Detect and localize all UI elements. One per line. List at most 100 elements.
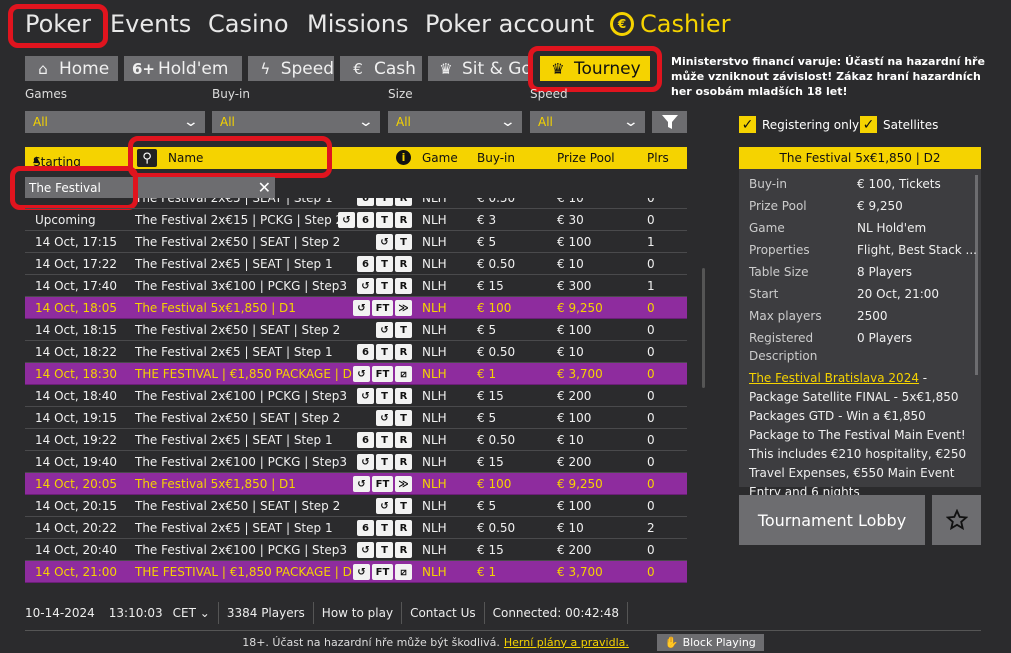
block-playing-button[interactable]: ✋ Block Playing (656, 633, 764, 651)
nav-events[interactable]: Events (110, 10, 191, 38)
row-game: NLH (422, 279, 447, 293)
detail-scrollbar[interactable] (975, 175, 978, 375)
tab-cash[interactable]: € Cash (340, 56, 422, 81)
table-row[interactable]: 14 Oct, 19:40 The Festival 2x€100 | PCKG … (25, 451, 687, 473)
tourney-type-icon: ≫ (395, 476, 412, 492)
table-row[interactable]: 14 Oct, 17:40 The Festival 3x€100 | PCKG … (25, 275, 687, 297)
row-start: 14 Oct, 19:22 (35, 433, 118, 447)
rules-link[interactable]: Herní plány a pravidla. (504, 636, 629, 649)
row-name: The Festival 2x€50 | SEAT | Step 2 (135, 499, 341, 513)
table-row[interactable]: 14 Oct, 18:05 The Festival 5x€1,850 | D1 N… (25, 297, 687, 319)
row-players: 2 (647, 521, 655, 535)
header-players[interactable]: Plrs (647, 151, 669, 165)
tab-holdem[interactable]: 6+ Hold'em (124, 56, 242, 81)
satellites-checkbox[interactable]: ✓ Satellites (860, 116, 938, 133)
tourney-type-icon: FT (372, 564, 393, 580)
tab-speed[interactable]: ϟ Speed (248, 56, 334, 81)
table-row[interactable]: 14 Oct, 17:15 The Festival 2x€50 | SEAT |… (25, 231, 687, 253)
tab-sitgo-label: Sit & Go (462, 58, 532, 79)
timezone-value: CET (172, 606, 196, 620)
row-players: 0 (647, 301, 655, 315)
row-start: 14 Oct, 21:00 (35, 565, 118, 579)
row-prize: € 100 (557, 323, 592, 337)
tab-sitgo[interactable]: ♛ Sit & Go (428, 56, 532, 81)
table-row[interactable]: 14 Oct, 18:30 THE FESTIVAL | €1,850 PACKA… (25, 363, 687, 385)
tournament-list: The Festival 2x€5 | SEAT | Step 1 NLH € 0.… (25, 198, 687, 590)
detail-label: Max players (749, 309, 822, 323)
footer-text: 18+. Účast na hazardní hře může být škod… (242, 635, 500, 649)
tourney-type-icon: T (376, 212, 393, 228)
favorite-button[interactable] (932, 495, 981, 545)
how-to-play-link[interactable]: How to play (322, 606, 393, 620)
table-row[interactable]: Upcoming The Festival 2x€15 | PCKG | Step… (25, 209, 687, 231)
table-row[interactable]: 14 Oct, 19:22 The Festival 2x€5 | SEAT | … (25, 429, 687, 451)
row-name: The Festival 3x€100 | PCKG | Step3 (135, 279, 348, 293)
detail-label: Game (749, 221, 785, 235)
row-prize: € 3,700 (557, 565, 603, 579)
nav-poker-account[interactable]: Poker account (425, 10, 594, 38)
nav-cashier[interactable]: € Cashier (610, 10, 730, 38)
speed-select[interactable]: All ⌄ (530, 111, 645, 133)
row-name: The Festival 5x€1,850 | D1 (135, 301, 296, 315)
row-prize: € 3,700 (557, 367, 603, 381)
table-row[interactable]: 14 Oct, 20:05 The Festival 5x€1,850 | D1 N… (25, 473, 687, 495)
tourney-type-icon: ≫ (395, 300, 412, 316)
row-buyin: € 0.50 (477, 433, 516, 447)
name-search-input[interactable]: The Festival ✕ (25, 177, 275, 198)
row-prize: € 200 (557, 543, 592, 557)
timezone-select[interactable]: CET ⌄ (173, 606, 210, 620)
tourney-type-icon: ↺ (357, 278, 374, 294)
tourney-type-icon: ↺ (338, 212, 355, 228)
nav-poker[interactable]: Poker (25, 10, 91, 38)
chevron-down-icon: ⌄ (499, 114, 517, 130)
header-buyin[interactable]: Buy-in (477, 151, 515, 165)
buyin-select[interactable]: All ⌄ (212, 111, 380, 133)
row-players: 1 (647, 279, 655, 293)
row-prize: € 100 (557, 235, 592, 249)
table-row[interactable]: 14 Oct, 21:00 THE FESTIVAL | €1,850 PACKA… (25, 561, 687, 583)
nav-missions[interactable]: Missions (307, 10, 408, 38)
table-row[interactable]: 14 Oct, 20:40 The Festival 2x€100 | PCKG … (25, 539, 687, 561)
home-icon: ⌂ (38, 59, 48, 78)
info-icon[interactable]: i (396, 150, 411, 165)
row-prize: € 10 (557, 433, 584, 447)
table-row[interactable]: 14 Oct, 19:15 The Festival 2x€50 | SEAT |… (25, 407, 687, 429)
row-badges: ↺ FT ⧄ (353, 564, 412, 580)
tournament-lobby-button[interactable]: Tournament Lobby (739, 495, 925, 545)
registering-only-checkbox[interactable]: ✓ Registering only (739, 116, 859, 133)
table-row[interactable]: 14 Oct, 20:15 The Festival 2x€50 | SEAT |… (25, 495, 687, 517)
table-row[interactable]: 14 Oct, 18:22 The Festival 2x€5 | SEAT | … (25, 341, 687, 363)
header-name[interactable]: Name (168, 151, 203, 165)
header-game[interactable]: Game (422, 151, 458, 165)
row-badges: ↺ T R (357, 454, 412, 470)
filter-button[interactable] (652, 111, 687, 133)
description-link[interactable]: The Festival Bratislava 2024 (749, 371, 919, 385)
table-row[interactable]: 14 Oct, 18:15 The Festival 2x€50 | SEAT |… (25, 319, 687, 341)
header-prize-pool[interactable]: Prize Pool (557, 151, 615, 165)
table-row[interactable]: 14 Oct, 20:22 The Festival 2x€5 | SEAT | … (25, 517, 687, 539)
list-scrollbar[interactable] (702, 268, 705, 388)
table-row[interactable]: 14 Oct, 17:22 The Festival 2x€5 | SEAT | … (25, 253, 687, 275)
row-game: NLH (422, 543, 447, 557)
table-row[interactable]: The Festival 2x€5 | SEAT | Step 1 NLH € 0.… (25, 198, 687, 209)
size-select[interactable]: All ⌄ (388, 111, 522, 133)
games-select[interactable]: All ⌄ (25, 111, 205, 133)
clear-icon[interactable]: ✕ (258, 178, 271, 197)
row-name: The Festival 5x€1,850 | D1 (135, 477, 296, 491)
row-buyin: € 3 (477, 213, 497, 227)
contact-us-link[interactable]: Contact Us (410, 606, 476, 620)
tab-tourney[interactable]: ♛ Tourney (540, 56, 650, 81)
tourney-type-icon: R (395, 278, 412, 294)
table-row[interactable]: 14 Oct, 18:40 The Festival 2x€100 | PCKG … (25, 385, 687, 407)
row-players: 0 (647, 213, 655, 227)
nav-casino[interactable]: Casino (208, 10, 289, 38)
row-prize: € 10 (557, 198, 584, 205)
euro-coin-icon: € (610, 12, 634, 36)
row-buyin: € 100 (477, 477, 512, 491)
row-game: NLH (422, 235, 447, 249)
row-badges: ↺ T (376, 410, 412, 426)
search-icon[interactable]: ⚲ (137, 149, 157, 167)
row-players: 0 (647, 565, 655, 579)
tab-home[interactable]: ⌂ Home (25, 56, 118, 81)
row-buyin: € 0.50 (477, 345, 516, 359)
